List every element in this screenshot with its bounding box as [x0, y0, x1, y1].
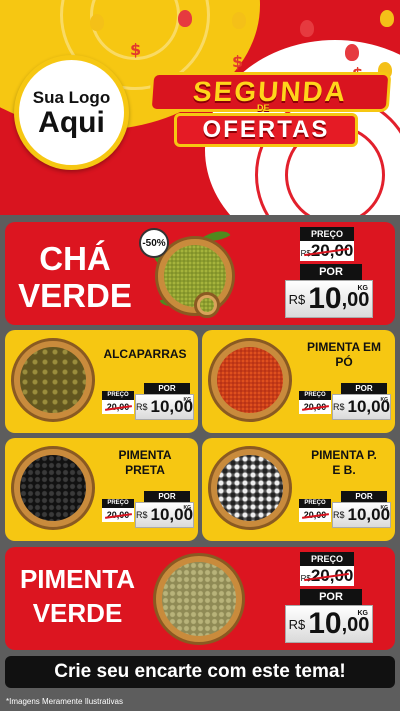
por-label: POR	[300, 589, 362, 605]
old-price: 20,00	[102, 400, 134, 414]
new-price-decimal: ,00	[341, 289, 370, 311]
product-card-cha-verde: CHÁ VERDE -50% PREÇO R$20,00 POR R$ 10,0…	[5, 222, 395, 325]
product-image-pimenta-verde	[153, 553, 245, 645]
new-price-currency: R$	[288, 616, 306, 632]
unit-label: KG	[357, 610, 369, 617]
logo-text-line2: Aqui	[38, 105, 105, 139]
product-name-line1: CHÁ	[39, 240, 111, 277]
product-image-pimenta-em-po	[208, 338, 292, 422]
spoon-image	[194, 292, 220, 318]
dollar-sign-icon: $	[232, 52, 244, 71]
header-banner: $ $ $ Sua Logo Aqui SEGUNDA DE OFERTAS	[0, 0, 400, 215]
product-image-pimenta-preta	[11, 446, 95, 530]
new-price-currency: R$	[135, 510, 148, 520]
product-image-alcaparras	[11, 338, 95, 422]
title-segunda-text: SEGUNDA	[191, 76, 349, 107]
product-name-line2: E B.	[332, 463, 356, 477]
old-price: R$20,00	[300, 566, 354, 586]
product-name-line1: ALCAPARRAS	[103, 347, 187, 361]
new-price-currency: R$	[288, 291, 306, 307]
por-label: POR	[144, 383, 190, 394]
product-name-line1: PIMENTA EM	[307, 340, 381, 354]
product-name-line2: PRETA	[125, 463, 165, 477]
new-price: R$ 10,00 KG	[285, 280, 373, 318]
preco-label: PREÇO	[299, 499, 331, 508]
unit-label: KG	[357, 285, 369, 292]
product-name: PIMENTA PRETA	[99, 448, 191, 478]
product-card-pimenta-preta: PIMENTA PRETA POR PREÇO 20,00 R$ 10,00 K…	[5, 438, 198, 541]
product-name: CHÁ VERDE	[11, 240, 139, 314]
new-price-currency: R$	[332, 510, 345, 520]
por-label: POR	[144, 491, 190, 502]
disclaimer-text: *Imagens Meramente Ilustrativas	[6, 697, 123, 706]
balloon-icon	[300, 20, 314, 37]
dollar-sign-icon: $	[130, 40, 142, 59]
product-card-alcaparras: ALCAPARRAS POR PREÇO 20,00 R$ 10,00 KG	[5, 330, 198, 433]
product-name: PIMENTA VERDE	[5, 562, 150, 630]
title-de-text: DE	[257, 103, 270, 113]
por-label: POR	[341, 383, 387, 394]
balloon-icon	[178, 10, 192, 27]
product-card-pimenta-em-po: PIMENTA EM PÓ POR PREÇO 20,00 R$ 10,00 K…	[202, 330, 395, 433]
balloon-icon	[232, 12, 246, 29]
balloon-icon	[345, 44, 359, 61]
preco-label: PREÇO	[299, 391, 331, 400]
old-price: 20,00	[299, 400, 331, 414]
product-name-line1: PIMENTA P.	[311, 448, 377, 462]
new-price: R$ 10,00 KG	[332, 502, 391, 528]
unit-label: KG	[183, 397, 192, 403]
product-name-line2: VERDE	[18, 277, 132, 314]
new-price-integer: 10	[308, 607, 342, 640]
product-name: ALCAPARRAS	[99, 347, 191, 362]
new-price: R$ 10,00 KG	[135, 394, 194, 420]
title-ofertas: OFERTAS	[174, 113, 358, 147]
preco-label: PREÇO	[300, 227, 354, 241]
product-name: PIMENTA EM PÓ	[296, 340, 392, 370]
new-price: R$ 10,00 KG	[285, 605, 373, 643]
old-price: 20,00	[102, 508, 134, 522]
new-price: R$ 10,00 KG	[332, 394, 391, 420]
cta-banner[interactable]: Crie seu encarte com este tema!	[5, 656, 395, 688]
preco-label: PREÇO	[102, 391, 134, 400]
unit-label: KG	[380, 505, 389, 511]
old-price: R$20,00	[300, 241, 354, 261]
product-name-line2: PÓ	[335, 355, 353, 369]
new-price: R$ 10,00 KG	[135, 502, 194, 528]
balloon-icon	[380, 10, 394, 27]
product-name-line2: VERDE	[32, 598, 123, 628]
new-price-decimal: ,00	[341, 614, 370, 636]
product-name: PIMENTA P. E B.	[296, 448, 392, 478]
title-segunda: SEGUNDA	[148, 72, 392, 112]
product-card-pimenta-p-e-b: PIMENTA P. E B. POR PREÇO 20,00 R$ 10,00…	[202, 438, 395, 541]
logo-placeholder: Sua Logo Aqui	[14, 55, 129, 170]
old-price: 20,00	[299, 508, 331, 522]
product-card-pimenta-verde: PIMENTA VERDE PREÇO R$20,00 POR R$ 10,00…	[5, 547, 395, 650]
product-name-line1: PIMENTA	[19, 564, 136, 594]
product-image-pimenta-p-e-b	[208, 446, 292, 530]
preco-label: PREÇO	[102, 499, 134, 508]
new-price-currency: R$	[135, 402, 148, 412]
por-label: POR	[341, 491, 387, 502]
unit-label: KG	[183, 505, 192, 511]
product-name-line1: PIMENTA	[118, 448, 172, 462]
discount-badge: -50%	[139, 228, 169, 258]
logo-text-line1: Sua Logo	[32, 87, 111, 107]
unit-label: KG	[380, 397, 389, 403]
balloon-icon	[90, 14, 104, 31]
por-label: POR	[300, 264, 362, 280]
new-price-currency: R$	[332, 402, 345, 412]
title-ofertas-text: OFERTAS	[202, 116, 330, 143]
new-price-integer: 10	[308, 282, 342, 315]
preco-label: PREÇO	[300, 552, 354, 566]
